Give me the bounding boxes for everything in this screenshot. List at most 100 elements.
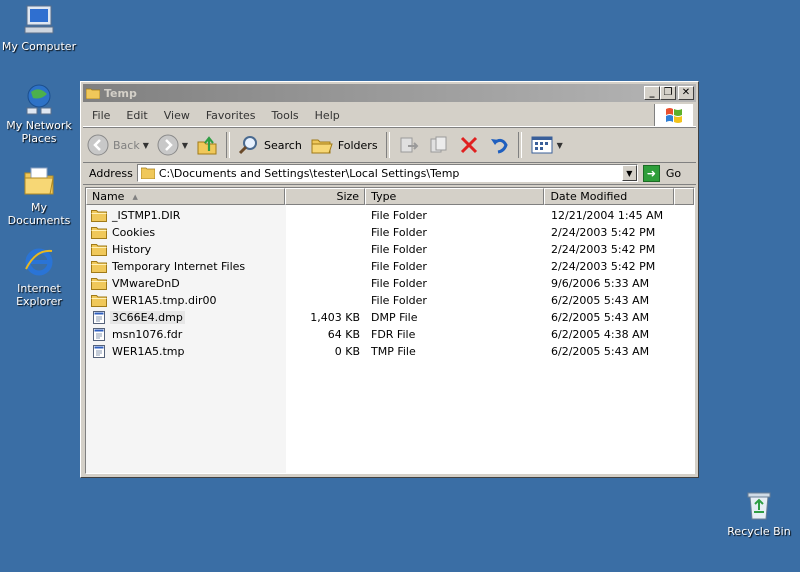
desktop-icon-label: My Documents	[7, 201, 71, 227]
move-to-button[interactable]	[394, 131, 424, 159]
chevron-down-icon[interactable]: ▼	[143, 141, 149, 150]
column-header-type-label: Type	[371, 190, 397, 203]
file-type: File Folder	[371, 209, 427, 222]
views-button[interactable]: ▼	[526, 131, 567, 159]
file-type: TMP File	[371, 345, 416, 358]
file-row[interactable]: WER1A5.tmp 0 KB TMP File 6/2/2005 5:43 AM	[86, 343, 694, 360]
column-header-size[interactable]: Size	[285, 188, 366, 205]
folders-button-label: Folders	[337, 138, 378, 152]
address-input[interactable]: C:\Documents and Settings\tester\Local S…	[136, 164, 638, 182]
file-name: msn1076.fdr	[112, 328, 183, 341]
search-button[interactable]: Search	[234, 131, 306, 159]
delete-button[interactable]	[454, 131, 484, 159]
menu-bar: File Edit View Favorites Tools Help	[83, 104, 696, 127]
desktop-icon-recycle-bin[interactable]: Recycle Bin	[721, 488, 797, 538]
close-button[interactable]: ✕	[678, 86, 694, 100]
file-date-modified: 12/21/2004 1:45 AM	[551, 209, 664, 222]
folder-icon	[86, 88, 100, 99]
file-row[interactable]: Cookies File Folder 2/24/2003 5:42 PM	[86, 224, 694, 241]
toolbar-separator	[226, 132, 231, 158]
folders-button[interactable]: Folders	[306, 131, 382, 159]
undo-button[interactable]	[484, 131, 514, 159]
file-date-modified: 6/2/2005 5:43 AM	[551, 345, 650, 358]
toolbar: Back ▼ ▼ Search Folders ▼	[83, 127, 696, 163]
column-header-type[interactable]: Type	[365, 188, 545, 205]
file-name-cell: msn1076.fdr	[86, 328, 286, 341]
chevron-down-icon[interactable]: ▼	[182, 141, 188, 150]
search-icon	[238, 136, 258, 155]
minimize-button[interactable]: _	[644, 86, 660, 100]
file-name: Cookies	[112, 226, 156, 239]
folder-icon	[91, 278, 107, 290]
address-dropdown-button[interactable]: ▼	[621, 165, 637, 181]
computer-icon	[24, 5, 54, 34]
window-title: Temp	[104, 86, 137, 100]
file-date-modified: 9/6/2006 5:33 AM	[551, 277, 650, 290]
column-header-filler	[674, 188, 694, 205]
address-label: Address	[89, 166, 133, 180]
chevron-down-icon[interactable]: ▼	[557, 141, 563, 150]
title-bar[interactable]: Temp _ ❐ ✕	[83, 84, 696, 102]
go-button[interactable]: ➜ Go	[642, 164, 682, 182]
file-date-modified: 2/24/2003 5:42 PM	[551, 260, 656, 273]
go-button-label: Go	[665, 166, 682, 180]
desktop-icon-my-network-places[interactable]: My Network Places	[1, 82, 77, 145]
address-value: C:\Documents and Settings\tester\Local S…	[158, 166, 460, 180]
file-name: History	[112, 243, 152, 256]
menu-tools[interactable]: Tools	[264, 109, 307, 122]
folder-icon	[91, 244, 107, 256]
go-arrow-icon: ➜	[642, 164, 660, 182]
restore-button[interactable]: ❐	[660, 86, 676, 100]
desktop-icon-my-documents[interactable]: My Documents	[1, 164, 77, 227]
file-name-cell: WER1A5.tmp	[86, 345, 286, 358]
back-button-label: Back	[113, 138, 140, 152]
documents-folder-icon	[24, 167, 54, 195]
file-type: File Folder	[371, 294, 427, 307]
column-header-date-label: Date Modified	[550, 190, 628, 203]
desktop-icon-label: Recycle Bin	[727, 525, 791, 538]
explorer-window: Temp _ ❐ ✕ File Edit View Favorites Tool…	[80, 81, 699, 478]
file-name-cell: VMwareDnD	[86, 277, 286, 290]
file-row[interactable]: msn1076.fdr 64 KB FDR File 6/2/2005 4:38 AM	[86, 326, 694, 343]
file-name-cell: 3C66E4.dmp	[86, 311, 286, 324]
up-folder-button[interactable]	[192, 131, 222, 159]
menu-help[interactable]: Help	[307, 109, 348, 122]
file-name: 3C66E4.dmp	[110, 311, 185, 324]
file-name: WER1A5.tmp	[112, 345, 185, 358]
toolbar-separator	[385, 132, 390, 158]
menu-file[interactable]: File	[83, 109, 118, 122]
windows-logo-icon	[654, 104, 693, 126]
toolbar-separator	[517, 132, 522, 158]
desktop-icon-my-computer[interactable]: My Computer	[1, 3, 77, 53]
file-row[interactable]: _ISTMP1.DIR File Folder 12/21/2004 1:45 AM	[86, 207, 694, 224]
file-rows: _ISTMP1.DIR File Folder 12/21/2004 1:45 AM…	[86, 207, 694, 360]
file-row[interactable]: History File Folder 2/24/2003 5:42 PM	[86, 241, 694, 258]
menu-edit[interactable]: Edit	[118, 109, 155, 122]
file-date-modified: 6/2/2005 4:38 AM	[551, 328, 650, 341]
file-row[interactable]: VMwareDnD File Folder 9/6/2006 5:33 AM	[86, 275, 694, 292]
file-icon	[93, 311, 105, 324]
copy-to-button[interactable]	[424, 131, 454, 159]
file-name-cell: History	[86, 243, 286, 256]
column-header-date-modified[interactable]: Date Modified	[544, 188, 675, 205]
back-button[interactable]: Back ▼	[83, 131, 153, 159]
forward-button[interactable]: ▼	[153, 131, 192, 159]
file-row[interactable]: 3C66E4.dmp 1,403 KB DMP File 6/2/2005 5:43 …	[86, 309, 694, 326]
menu-favorites[interactable]: Favorites	[198, 109, 264, 122]
address-bar: Address C:\Documents and Settings\tester…	[83, 162, 696, 185]
file-date-modified: 6/2/2005 5:43 AM	[551, 294, 650, 307]
column-header-row: Name ▲ Size Type Date Modified	[86, 188, 694, 205]
menu-view[interactable]: View	[156, 109, 198, 122]
sort-ascending-icon: ▲	[132, 192, 138, 201]
file-name: _ISTMP1.DIR	[112, 209, 181, 222]
recycle-bin-icon	[747, 492, 771, 520]
file-row[interactable]: Temporary Internet Files File Folder 2/24/…	[86, 258, 694, 275]
column-header-name[interactable]: Name ▲	[86, 188, 286, 205]
file-size: 0 KB	[334, 345, 360, 358]
file-row[interactable]: WER1A5.tmp.dir00 File Folder 6/2/2005 5:43…	[86, 292, 694, 309]
folder-icon	[140, 167, 155, 179]
file-list[interactable]: Name ▲ Size Type Date Modified _ISTMP1.D…	[85, 187, 695, 474]
file-name: WER1A5.tmp.dir00	[112, 294, 217, 307]
copy-to-icon	[430, 136, 447, 153]
desktop-icon-internet-explorer[interactable]: Internet Explorer	[1, 245, 77, 308]
